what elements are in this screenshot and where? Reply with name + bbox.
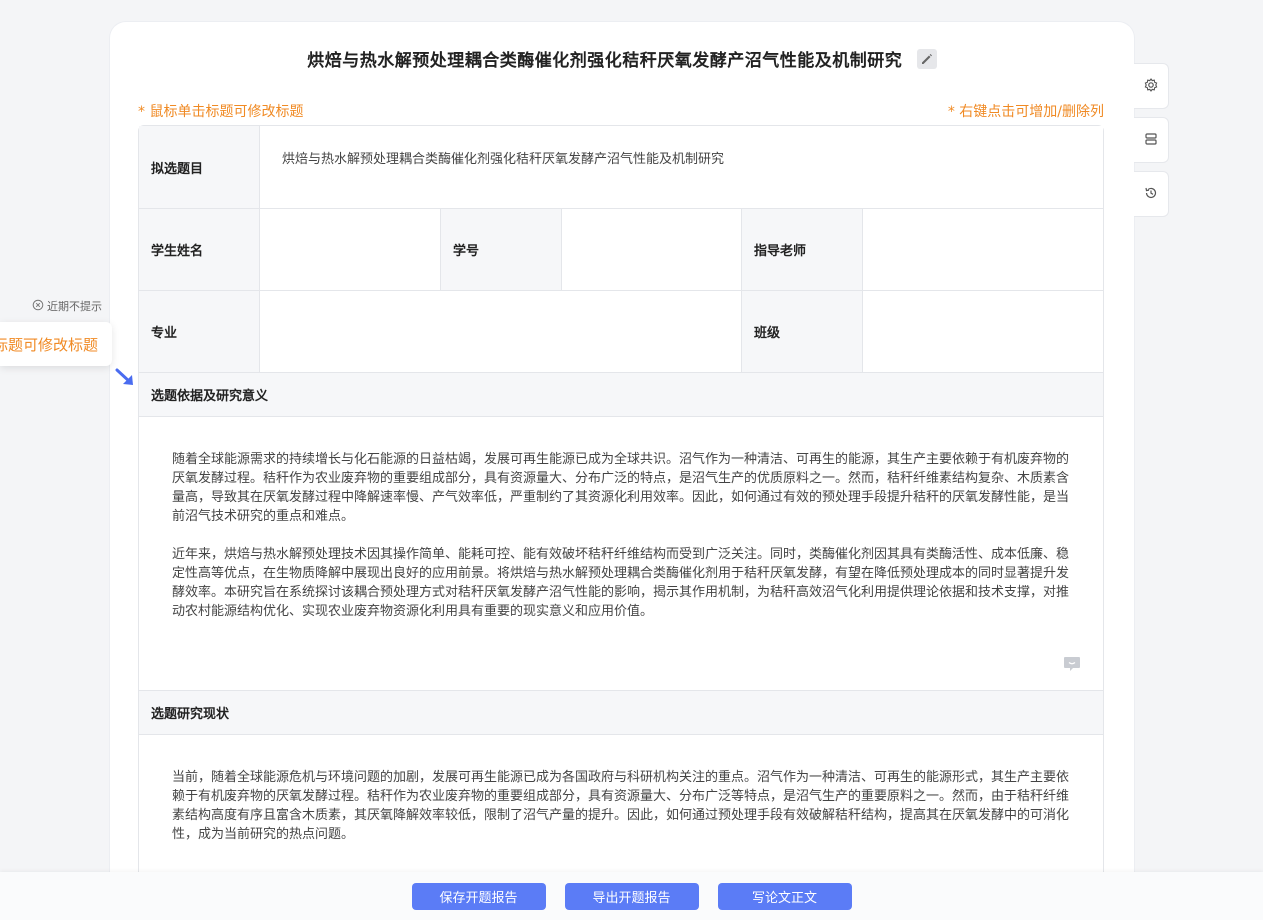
report-title[interactable]: 烘焙与热水解预处理耦合类酶催化剂强化秸秆厌氧发酵产沼气性能及机制研究 <box>110 46 1134 71</box>
export-report-button[interactable]: 导出开题报告 <box>564 882 699 910</box>
section-paragraph: 近年来，烘焙与热水解预处理技术因其操作简单、能耗可控、能有效破坏秸秆纤维结构而受… <box>172 547 1070 619</box>
advisor-field[interactable] <box>863 209 1103 290</box>
layout-button[interactable] <box>1134 117 1169 163</box>
report-title-text[interactable]: 烘焙与热水解预处理耦合类酶催化剂强化秸秆厌氧发酵产沼气性能及机制研究 <box>307 51 902 71</box>
save-report-button[interactable]: 保存开题报告 <box>411 882 546 910</box>
student-name-label: 学生姓名 <box>139 209 260 290</box>
pencil-icon[interactable] <box>916 49 937 69</box>
class-label: 班级 <box>742 291 863 372</box>
major-label: 专业 <box>139 291 260 372</box>
class-field[interactable] <box>863 291 1103 372</box>
bottom-action-bar: 保存开题报告 导出开题报告 写论文正文 <box>0 872 1263 920</box>
advisor-label: 指导老师 <box>742 209 863 290</box>
close-circle-icon <box>32 299 44 314</box>
report-form: 拟选题目 烘焙与热水解预处理耦合类酶催化剂强化秸秆厌氧发酵产沼气性能及机制研究 … <box>138 125 1104 875</box>
topic-field[interactable]: 烘焙与热水解预处理耦合类酶催化剂强化秸秆厌氧发酵产沼气性能及机制研究 <box>260 126 1103 208</box>
report-card: 烘焙与热水解预处理耦合类酶催化剂强化秸秆厌氧发酵产沼气性能及机制研究 * 鼠标单… <box>110 22 1134 920</box>
tip-bubble-text: * 鼠标单击标题可修改标题 <box>0 335 98 354</box>
section-body-basis[interactable]: 随着全球能源需求的持续增长与化石能源的日益枯竭，发展可再生能源已成为全球共识。沼… <box>139 417 1103 691</box>
section-heading-basis: 选题依据及研究意义 <box>139 373 1103 417</box>
settings-button[interactable] <box>1134 63 1169 109</box>
student-name-field[interactable] <box>260 209 441 290</box>
student-id-label: 学号 <box>441 209 562 290</box>
arrow-down-right-icon <box>114 367 138 393</box>
history-button[interactable] <box>1134 171 1169 217</box>
tip-dismiss-label: 近期不提示 <box>47 300 102 313</box>
history-icon <box>1144 185 1158 204</box>
hint-edit-columns: * 右键点击可增加/删除列 <box>947 104 1104 120</box>
tip-dismiss[interactable]: 近期不提示 <box>32 298 102 314</box>
major-row: 专业 班级 <box>139 291 1103 373</box>
hint-edit-title: * 鼠标单击标题可修改标题 <box>138 104 304 120</box>
student-row: 学生姓名 学号 指导老师 <box>139 209 1103 291</box>
topic-row: 拟选题目 烘焙与热水解预处理耦合类酶催化剂强化秸秆厌氧发酵产沼气性能及机制研究 <box>139 126 1103 209</box>
section-heading-status: 选题研究现状 <box>139 691 1103 735</box>
major-field[interactable] <box>260 291 742 372</box>
comment-icon[interactable] <box>1063 656 1081 672</box>
student-id-field[interactable] <box>562 209 742 290</box>
side-toolbar <box>1134 63 1169 225</box>
section-paragraph: 随着全球能源需求的持续增长与化石能源的日益枯竭，发展可再生能源已成为全球共识。沼… <box>172 452 1070 524</box>
section-paragraph: 当前，随着全球能源危机与环境问题的加剧，发展可再生能源已成为各国政府与科研机构关… <box>172 770 1070 842</box>
section-body-status[interactable]: 当前，随着全球能源危机与环境问题的加剧，发展可再生能源已成为各国政府与科研机构关… <box>139 735 1103 875</box>
gear-icon <box>1144 77 1158 96</box>
stack-icon <box>1144 131 1158 150</box>
tip-bubble: * 鼠标单击标题可修改标题 <box>0 322 112 366</box>
topic-label: 拟选题目 <box>139 126 260 208</box>
write-thesis-button[interactable]: 写论文正文 <box>717 882 852 910</box>
